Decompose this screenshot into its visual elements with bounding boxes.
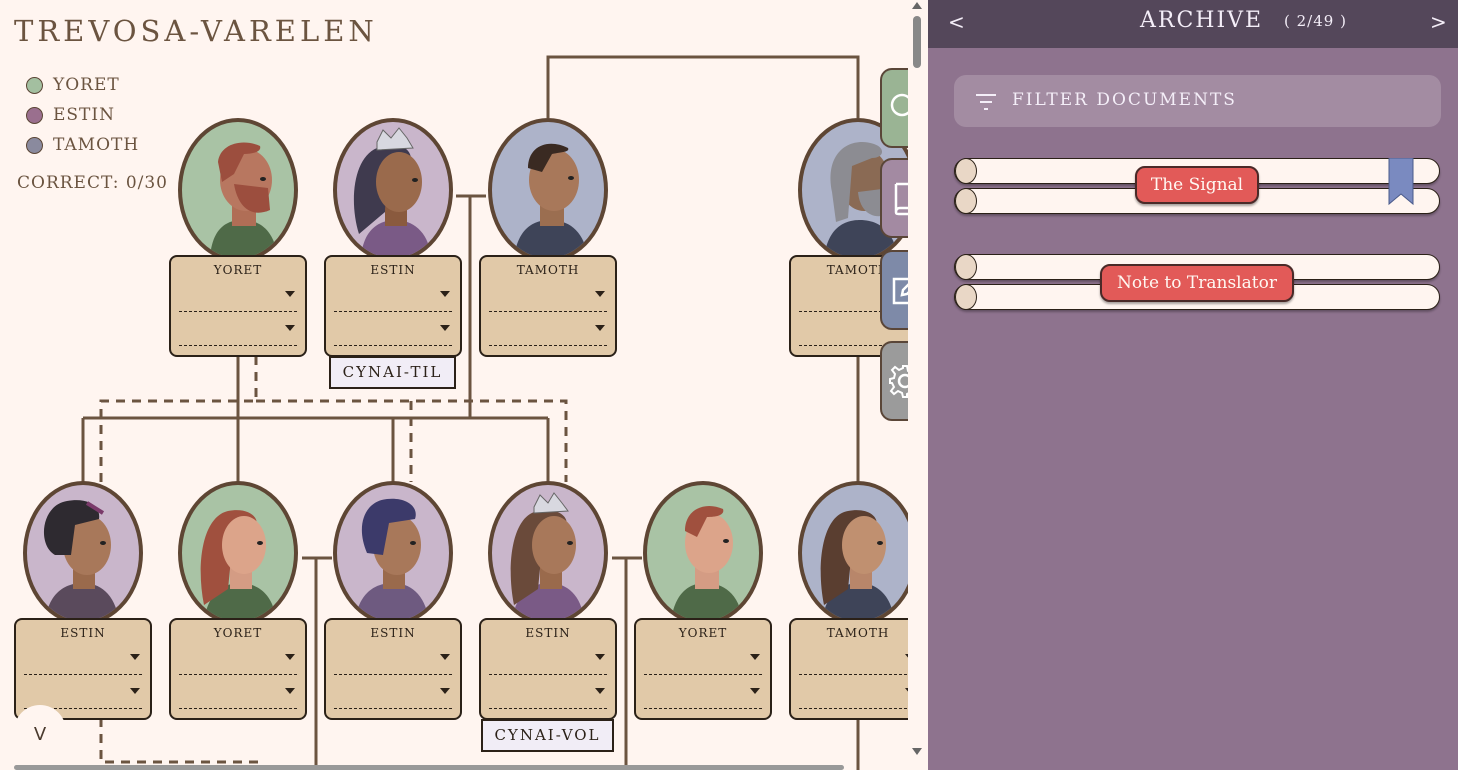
chevron-down-icon xyxy=(285,325,295,331)
chevron-down-icon xyxy=(750,654,760,660)
person-group-label: YORET xyxy=(678,626,728,640)
person-card: YORET xyxy=(634,618,772,720)
next-page-button[interactable]: > xyxy=(1430,10,1447,34)
prev-page-button[interactable]: < xyxy=(948,10,965,34)
portrait-icon[interactable] xyxy=(488,481,608,625)
couple-tag: CYNAI-TIL xyxy=(329,356,456,389)
legend-dot-icon xyxy=(26,106,43,124)
chevron-down-icon xyxy=(285,688,295,694)
name-dropdown[interactable] xyxy=(489,642,607,675)
chevron-down-icon xyxy=(440,688,450,694)
chevron-down-icon xyxy=(440,325,450,331)
chevron-down-icon xyxy=(595,654,605,660)
name-dropdown[interactable] xyxy=(334,642,452,675)
document-button[interactable]: The Signal xyxy=(1135,166,1259,204)
filter-label: FILTER DOCUMENTS xyxy=(1012,90,1237,110)
name-dropdown[interactable] xyxy=(489,279,607,312)
relation-dropdown[interactable] xyxy=(799,676,917,709)
collapse-button[interactable]: V xyxy=(14,705,66,757)
filter-documents-button[interactable]: FILTER DOCUMENTS xyxy=(954,75,1441,127)
document-scroll[interactable]: The Signal xyxy=(954,158,1440,218)
legend-item-tamoth: TAMOTH xyxy=(26,130,139,160)
name-dropdown[interactable] xyxy=(334,279,452,312)
relation-dropdown[interactable] xyxy=(644,676,762,709)
tree-title: TREVOSA-VARELEN xyxy=(14,14,378,48)
person-card: YORET xyxy=(169,618,307,720)
archive-panel: < ARCHIVE ( 2/49 ) > FILTER DOCUMENTS Th… xyxy=(928,0,1458,770)
family-tree-panel: TREVOSA-VARELEN YORET ESTIN TAMOTH CORRE… xyxy=(0,0,928,770)
chevron-down-icon xyxy=(440,654,450,660)
scroll-end-icon xyxy=(955,188,977,214)
archive-page-count: ( 2/49 ) xyxy=(1284,12,1347,30)
name-dropdown[interactable] xyxy=(24,642,142,675)
portrait-icon[interactable] xyxy=(333,118,453,262)
relation-dropdown[interactable] xyxy=(179,313,297,346)
scroll-end-icon xyxy=(955,284,977,310)
legend-item-yoret: YORET xyxy=(26,70,139,100)
person-group-label: ESTIN xyxy=(525,626,571,640)
name-dropdown[interactable] xyxy=(799,642,917,675)
person-card: ESTIN xyxy=(324,255,462,357)
couple-tag: CYNAI-VOL xyxy=(481,719,614,752)
relation-dropdown[interactable] xyxy=(489,676,607,709)
person-group-label: TAMOTH xyxy=(516,263,580,277)
chevron-down-icon xyxy=(595,688,605,694)
legend-label: ESTIN xyxy=(53,105,115,125)
name-dropdown[interactable] xyxy=(179,279,297,312)
portrait-icon[interactable] xyxy=(798,481,918,625)
chevron-down-icon xyxy=(595,325,605,331)
correct-counter: CORRECT: 0/30 xyxy=(17,173,169,193)
legend-label: TAMOTH xyxy=(53,135,140,155)
chevron-down-icon xyxy=(750,688,760,694)
person-card: ESTIN xyxy=(479,618,617,720)
person-group-label: ESTIN xyxy=(60,626,106,640)
document-button[interactable]: Note to Translator xyxy=(1100,264,1294,302)
scroll-up-icon[interactable] xyxy=(912,2,922,9)
person-card: ESTIN xyxy=(324,618,462,720)
person-group-label: YORET xyxy=(213,626,263,640)
chevron-down-icon xyxy=(595,291,605,297)
relation-dropdown[interactable] xyxy=(179,676,297,709)
scroll-end-icon xyxy=(955,254,977,280)
portrait-icon[interactable] xyxy=(643,481,763,625)
relation-dropdown[interactable] xyxy=(489,313,607,346)
portrait-icon[interactable] xyxy=(488,118,608,262)
relation-dropdown[interactable] xyxy=(24,676,142,709)
person-card: TAMOTH xyxy=(479,255,617,357)
chevron-down-icon xyxy=(130,688,140,694)
person-card: YORET xyxy=(169,255,307,357)
person-group-label: ESTIN xyxy=(370,263,416,277)
legend-dot-icon xyxy=(26,136,43,154)
legend-label: YORET xyxy=(53,75,120,95)
scroll-down-icon[interactable] xyxy=(912,748,922,755)
relation-dropdown[interactable] xyxy=(334,676,452,709)
person-group-label: ESTIN xyxy=(370,626,416,640)
portrait-icon[interactable] xyxy=(178,118,298,262)
name-dropdown[interactable] xyxy=(644,642,762,675)
bookmark-icon xyxy=(1388,158,1414,206)
filter-icon xyxy=(976,94,996,110)
person-group-label: TAMOTH xyxy=(826,626,890,640)
group-legend: YORET ESTIN TAMOTH xyxy=(26,70,139,160)
name-dropdown[interactable] xyxy=(179,642,297,675)
person-group-label: YORET xyxy=(213,263,263,277)
scroll-end-icon xyxy=(955,158,977,184)
vertical-scrollbar[interactable] xyxy=(908,0,928,770)
chevron-down-icon xyxy=(285,654,295,660)
portrait-icon[interactable] xyxy=(333,481,453,625)
legend-item-estin: ESTIN xyxy=(26,100,139,130)
legend-dot-icon xyxy=(26,76,43,94)
archive-title: ARCHIVE xyxy=(1140,8,1264,33)
relation-dropdown[interactable] xyxy=(334,313,452,346)
chevron-down-icon xyxy=(285,291,295,297)
document-scroll[interactable]: Note to Translator xyxy=(954,254,1440,314)
portrait-icon[interactable] xyxy=(23,481,143,625)
chevron-down-icon xyxy=(440,291,450,297)
archive-header: < ARCHIVE ( 2/49 ) > xyxy=(928,0,1458,48)
portrait-icon[interactable] xyxy=(178,481,298,625)
scroll-thumb[interactable] xyxy=(913,16,921,68)
horizontal-scroll-thumb[interactable] xyxy=(14,765,844,770)
chevron-down-icon xyxy=(130,654,140,660)
person-card: TAMOTH xyxy=(789,618,927,720)
